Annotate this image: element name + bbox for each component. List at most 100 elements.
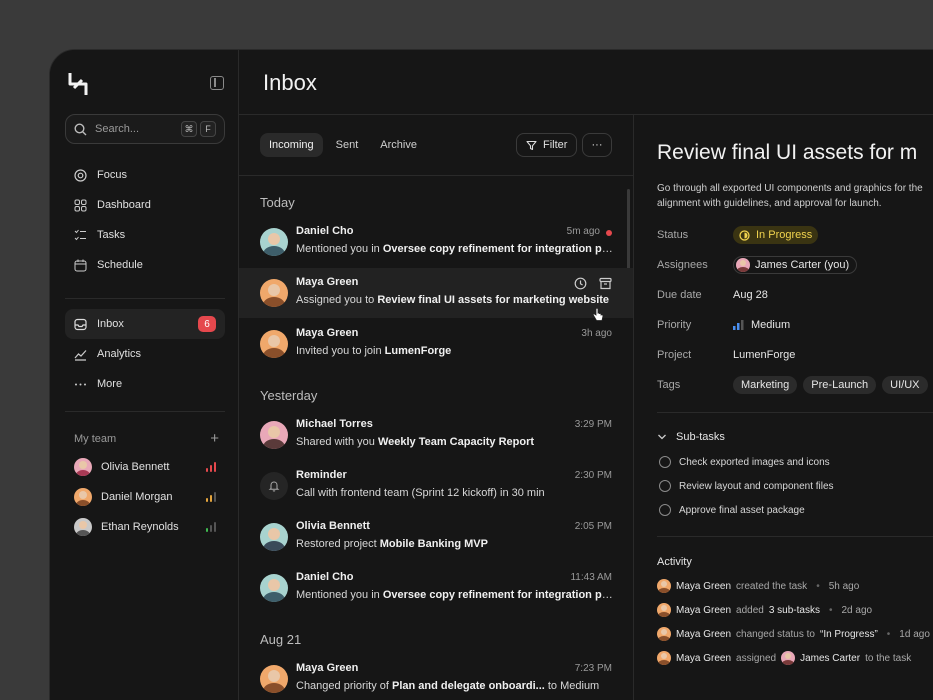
more-options-button[interactable]: ··· [582, 133, 612, 157]
avatar [260, 330, 288, 358]
subtasks-header[interactable]: Sub-tasks [657, 431, 725, 443]
assignee-chip[interactable]: James Carter (you) [733, 256, 858, 274]
workload-bars-icon [205, 462, 216, 472]
list-item[interactable]: Reminder 2:30 PM Call with frontend team… [239, 461, 633, 511]
list-item[interactable]: Maya Green 7:23 PM Changed priority of P… [239, 654, 633, 700]
checkbox-circle-icon[interactable] [659, 504, 671, 516]
subtask-item[interactable]: Check exported images and icons [659, 456, 830, 468]
tasks-icon [74, 229, 86, 240]
tag-chip[interactable]: Pre-Launch [803, 376, 877, 394]
prop-priority: Priority Medium [657, 319, 791, 331]
message-text: Shared with you Weekly Team Capacity Rep… [296, 436, 535, 448]
sidebar-item-more[interactable]: More [65, 369, 225, 399]
sidebar-item-inbox[interactable]: Inbox 6 [65, 309, 225, 339]
tab-archive[interactable]: Archive [371, 133, 426, 157]
logo-icon[interactable] [68, 72, 88, 96]
team-member-name: Ethan Reynolds [101, 521, 179, 533]
reminder-bell-icon [260, 472, 288, 500]
sidebar-item-dashboard[interactable]: Dashboard [65, 190, 225, 220]
checkbox-circle-icon[interactable] [659, 456, 671, 468]
filter-button[interactable]: Filter [516, 133, 578, 157]
list-item[interactable]: Olivia Bennett 2:05 PM Restored project … [239, 512, 633, 562]
activity-item: Maya Green added 3 sub-tasks • 2d ago [657, 603, 872, 617]
snooze-clock-icon[interactable] [574, 277, 587, 290]
sidebar-item-label: Dashboard [97, 199, 151, 211]
unread-dot-icon [606, 230, 612, 236]
list-item[interactable]: Daniel Cho 5m ago Mentioned you in Overs… [239, 217, 633, 267]
avatar [260, 523, 288, 551]
message-time: 7:23 PM [574, 663, 612, 674]
chevron-down-icon [658, 434, 666, 440]
filter-icon [526, 140, 537, 150]
avatar [736, 258, 750, 272]
search-box[interactable]: Search... ⌘ F [65, 114, 225, 144]
inbox-icon [74, 318, 87, 330]
message-actions [574, 277, 612, 290]
dashboard-icon [74, 199, 87, 211]
message-time: 2:05 PM [574, 521, 612, 532]
message-list: Incoming Sent Archive Filter ··· Today D… [239, 115, 634, 700]
prop-due-date: Due date Aug 28 [657, 289, 768, 301]
sidebar-item-label: Analytics [97, 348, 142, 360]
avatar [260, 421, 288, 449]
nav-bottom: Inbox 6 Analytics More [65, 309, 225, 399]
message-text: Changed priority of Plan and delegate on… [296, 680, 600, 692]
tag-chip[interactable]: UI/UX [882, 376, 928, 394]
checkbox-circle-icon[interactable] [659, 480, 671, 492]
sender-name: Olivia Bennett [296, 520, 370, 532]
team-member[interactable]: Ethan Reynolds [74, 517, 216, 537]
team-member[interactable]: Olivia Bennett [74, 457, 216, 477]
task-title: Review final UI assets for m [657, 141, 918, 164]
message-text: Call with frontend team (Sprint 12 kicko… [296, 487, 545, 499]
message-text: Assigned you to Review final UI assets f… [296, 294, 610, 306]
sidebar: Search... ⌘ F Focus Dashboard Tasks Sche… [50, 50, 239, 700]
tab-sent[interactable]: Sent [327, 133, 368, 157]
message-text: Restored project Mobile Banking MVP [296, 538, 488, 550]
subtask-item[interactable]: Approve final asset package [659, 504, 805, 516]
sender-name: Maya Green [296, 327, 359, 339]
status-badge[interactable]: In Progress [733, 226, 819, 244]
tag-chip[interactable]: Marketing [733, 376, 798, 394]
avatar [260, 228, 288, 256]
message-time: 2:30 PM [574, 470, 612, 481]
sender-name: Daniel Cho [296, 571, 354, 583]
team-header: My team + [74, 431, 219, 446]
kbd-f: F [200, 121, 216, 137]
sidebar-item-focus[interactable]: Focus [65, 160, 225, 190]
list-item[interactable]: Daniel Cho 11:43 AM Mentioned you in Ove… [239, 563, 633, 613]
sidebar-item-label: Tasks [97, 229, 126, 241]
kbd-cmd: ⌘ [181, 121, 197, 137]
add-team-member-icon[interactable]: + [210, 431, 219, 446]
tab-incoming[interactable]: Incoming [260, 133, 323, 157]
inbox-count-badge: 6 [198, 316, 216, 332]
search-icon [74, 122, 87, 135]
sidebar-item-analytics[interactable]: Analytics [65, 339, 225, 369]
page-title: Inbox [263, 70, 317, 95]
project-value[interactable]: LumenForge [733, 349, 795, 361]
team-member-name: Olivia Bennett [101, 461, 170, 473]
list-item[interactable]: Maya Green Assigned you to Review final … [239, 268, 633, 321]
avatar [74, 518, 92, 536]
list-item[interactable]: Michael Torres 3:29 PM Shared with you W… [239, 410, 633, 460]
activity-item: Maya Green changed status to “In Progres… [657, 627, 930, 641]
collapse-sidebar-icon[interactable] [210, 76, 224, 90]
team-member[interactable]: Daniel Morgan [74, 487, 216, 507]
due-date-value[interactable]: Aug 28 [733, 289, 768, 301]
group-label-yesterday: Yesterday [260, 388, 318, 403]
sidebar-item-tasks[interactable]: Tasks [65, 220, 225, 250]
message-text: Mentioned you in Oversee copy refinement… [296, 589, 614, 601]
sender-name: Michael Torres [296, 418, 373, 430]
sidebar-item-label: Schedule [97, 259, 143, 271]
prop-tags: Tags Marketing Pre-Launch UI/UX [657, 375, 933, 395]
nav-top: Focus Dashboard Tasks Schedule [65, 160, 225, 280]
sidebar-item-schedule[interactable]: Schedule [65, 250, 225, 280]
filter-label: Filter [543, 139, 568, 151]
avatar [260, 574, 288, 602]
in-progress-icon [739, 229, 750, 241]
priority-value[interactable]: Medium [733, 319, 790, 331]
archive-icon[interactable] [599, 277, 612, 290]
list-item[interactable]: Maya Green 3h ago Invited you to join Lu… [239, 319, 633, 369]
subtask-item[interactable]: Review layout and component files [659, 480, 834, 492]
priority-bars-icon [733, 320, 744, 330]
workload-bars-icon [205, 522, 216, 532]
